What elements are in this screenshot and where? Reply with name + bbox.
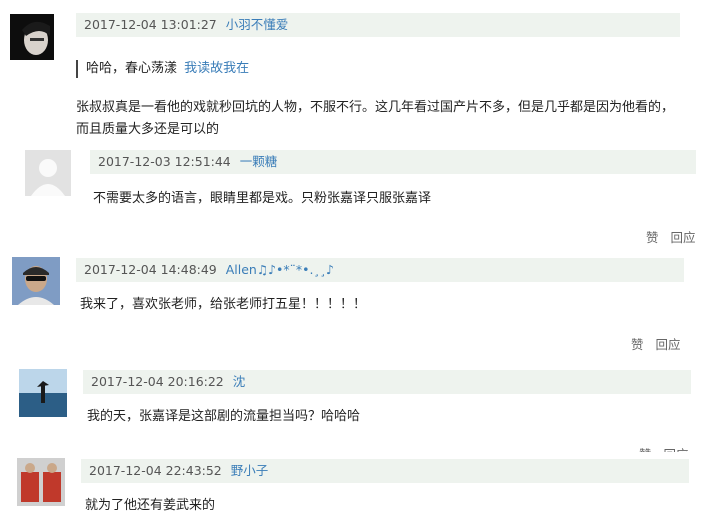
comment-actions: 赞 回应 — [631, 334, 681, 353]
comment-header: 2017-12-04 13:01:27 小羽不懂爱 — [76, 13, 680, 37]
comment-actions: 赞 回应 — [646, 227, 696, 246]
user-photo-icon — [12, 257, 60, 305]
comment-timestamp: 2017-12-04 22:43:52 — [89, 463, 222, 478]
default-user-icon — [25, 150, 71, 196]
comment-header: 2017-12-03 12:51:44 一颗糖 — [90, 150, 696, 174]
comment-actions: 赞 回应 — [639, 444, 689, 452]
comment-username[interactable]: 野小子 — [231, 463, 269, 478]
avatar[interactable] — [19, 369, 67, 417]
comment-body-line: 而且质量大多还是可以的 — [76, 122, 220, 137]
comment-timestamp: 2017-12-03 12:51:44 — [98, 154, 231, 169]
comment-body: 就为了他还有姜武来的 — [85, 498, 216, 513]
comment-header: 2017-12-04 14:48:49 Allen♫♪•*¨*•.¸¸♪ — [76, 258, 684, 282]
comment-header: 2017-12-04 20:16:22 沈 — [83, 370, 691, 394]
user-photo-icon — [10, 14, 54, 60]
avatar[interactable] — [25, 150, 71, 196]
avatar[interactable] — [10, 14, 54, 60]
comment-header: 2017-12-04 22:43:52 野小子 — [81, 459, 689, 483]
comment-timestamp: 2017-12-04 14:48:49 — [84, 262, 217, 277]
quote-author-link[interactable]: 我读故我在 — [184, 61, 249, 76]
avatar[interactable] — [17, 458, 65, 506]
comment-username[interactable]: Allen♫♪•*¨*•.¸¸♪ — [226, 262, 334, 277]
quote-text: 哈哈，春心荡漾 — [86, 61, 178, 76]
comment-timestamp: 2017-12-04 13:01:27 — [84, 17, 217, 32]
reply-button[interactable]: 回应 — [671, 230, 696, 245]
comment-username[interactable]: 一颗糖 — [240, 154, 278, 169]
comment-body: 我的天，张嘉译是这部剧的流量担当吗？哈哈哈 — [87, 409, 361, 424]
comment-body: 不需要太多的语言，眼睛里都是戏。只粉张嘉译只服张嘉译 — [93, 191, 432, 206]
like-button[interactable]: 赞 — [631, 337, 644, 352]
comment-body-line: 张叔叔真是一看他的戏就秒回坑的人物，不服不行。这几年看过国产片不多，但是几乎都是… — [76, 100, 675, 115]
comment-username[interactable]: 小羽不懂爱 — [226, 17, 289, 32]
quoted-reply: 哈哈，春心荡漾 我读故我在 — [76, 60, 249, 78]
avatar[interactable] — [12, 257, 60, 305]
comment-body: 张叔叔真是一看他的戏就秒回坑的人物，不服不行。这几年看过国产片不多，但是几乎都是… — [76, 97, 674, 141]
like-button[interactable]: 赞 — [639, 447, 652, 452]
user-photo-icon — [19, 369, 67, 417]
reply-button[interactable]: 回应 — [656, 337, 681, 352]
reply-button[interactable]: 回应 — [664, 447, 689, 452]
like-button[interactable]: 赞 — [646, 230, 659, 245]
user-photo-icon — [17, 458, 65, 506]
comment-body: 我来了，喜欢张老师，给张老师打五星！！！！！ — [80, 297, 367, 312]
comment-username[interactable]: 沈 — [233, 374, 246, 389]
comment-timestamp: 2017-12-04 20:16:22 — [91, 374, 224, 389]
